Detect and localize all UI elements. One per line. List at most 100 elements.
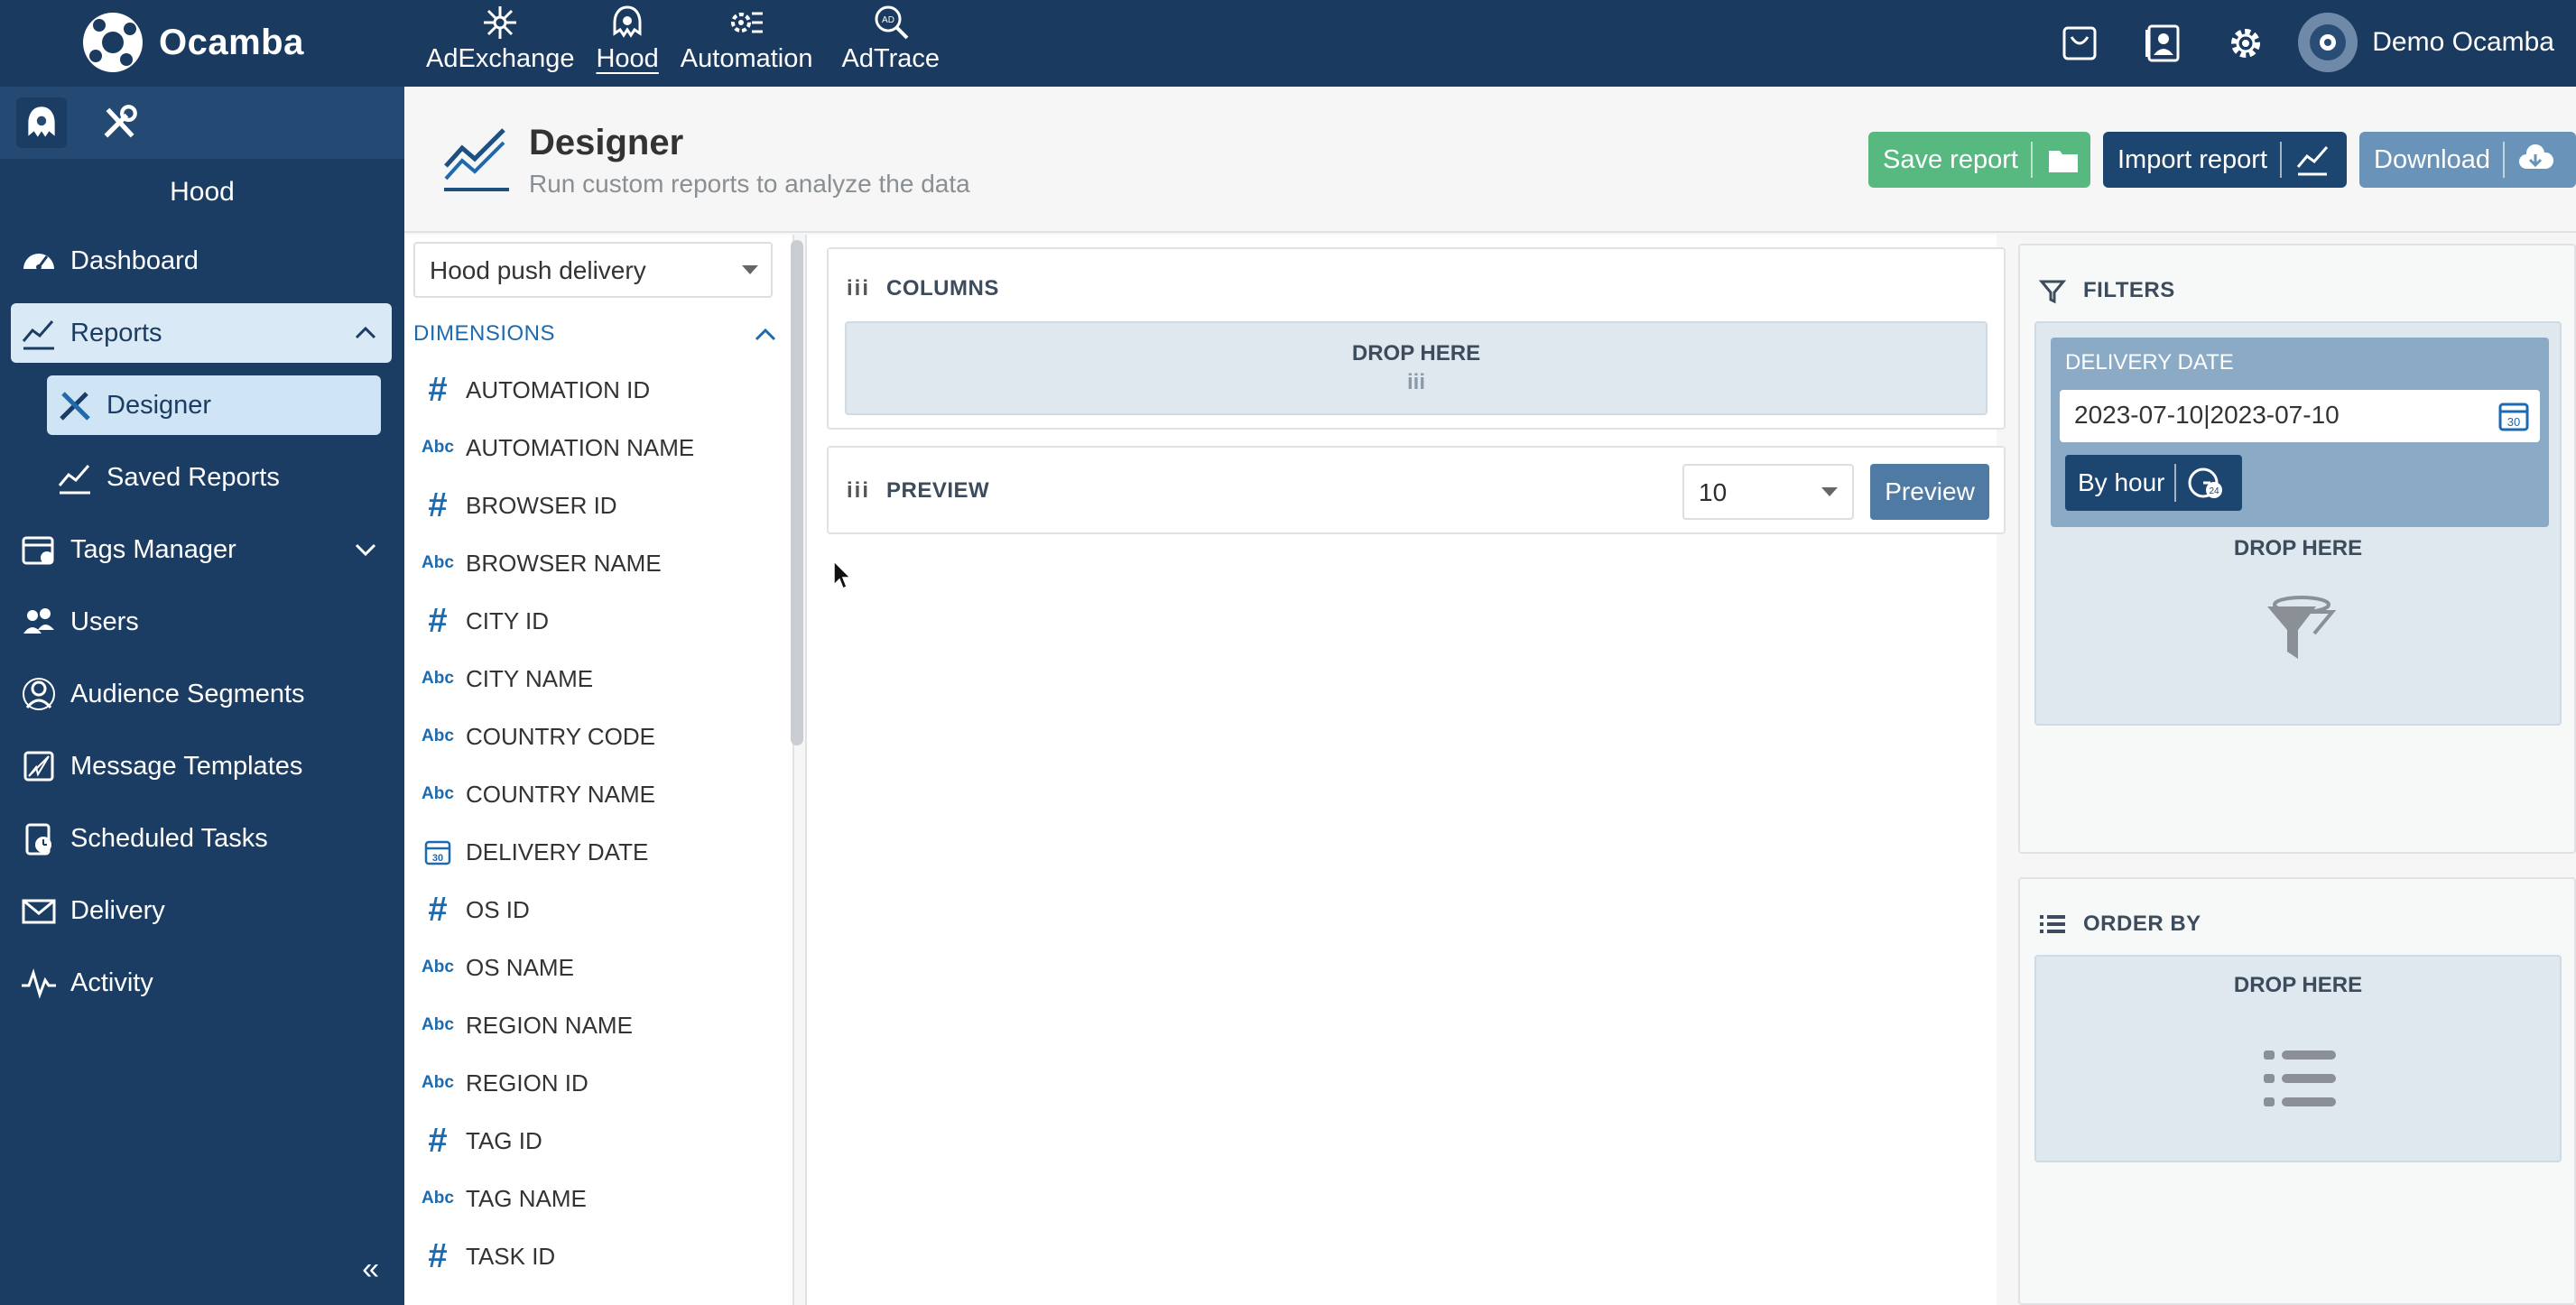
dimension-item[interactable]: # TAG ID [422, 1112, 774, 1170]
topnav-automation[interactable]: Automation [670, 0, 824, 87]
svg-text:30: 30 [2507, 415, 2520, 429]
dimension-item[interactable]: Abc CITY NAME [422, 650, 774, 708]
data-source-value: Hood push delivery [430, 256, 646, 284]
dimension-item[interactable]: Abc TAG NAME [422, 1170, 774, 1227]
chevron-up-icon[interactable] [753, 321, 778, 347]
save-report-label: Save report [1883, 144, 2018, 174]
sidebar-item-dashboard[interactable]: Dashboard [11, 231, 392, 291]
sidebar-title: Hood [170, 177, 235, 207]
sidebar-item-designer[interactable]: Designer [47, 375, 381, 435]
calendar-icon[interactable]: 30 [2497, 399, 2531, 433]
hood-icon [28, 106, 55, 137]
dimensions-heading[interactable]: DIMENSIONS [413, 321, 783, 347]
contacts-icon [2145, 24, 2180, 62]
import-report-button[interactable]: Import report [2103, 132, 2347, 188]
contacts-button[interactable] [2139, 20, 2186, 67]
sidebar-item-audience-segments[interactable]: Audience Segments [11, 664, 392, 724]
dimension-label: BROWSER ID [466, 491, 617, 519]
columns-drop-label: DROP HERE [1351, 341, 1481, 366]
automation-icon [731, 12, 764, 33]
number-type-icon: # [428, 601, 448, 640]
dimension-item[interactable]: # TASK ID [422, 1227, 774, 1285]
preview-limit-value: 10 [1699, 478, 1728, 506]
dimension-item[interactable]: Abc AUTOMATION NAME [422, 419, 774, 477]
download-button[interactable]: Download [2359, 132, 2576, 188]
dimensions-heading-label: DIMENSIONS [413, 321, 556, 346]
dimension-label: TASK ID [466, 1242, 556, 1270]
sidebar-tab-hood[interactable] [16, 97, 67, 148]
sidebar-item-label: Audience Segments [70, 679, 305, 708]
sidebar-item-label: Tags Manager [70, 534, 236, 564]
columns-drop-zone[interactable]: DROP HERE iii [845, 321, 1988, 415]
dimensions-panel: Hood push delivery DIMENSIONS # AUTOMATIO… [404, 235, 794, 1305]
sidebar-tab-tools[interactable] [94, 97, 144, 148]
dimension-label: BROWSER NAME [466, 549, 662, 577]
columns-drag-icon: iii [847, 276, 871, 301]
filters-drop-label: DROP HERE [2233, 536, 2363, 560]
dimension-item[interactable]: # BROWSER ID [422, 477, 774, 534]
ocamba-logo-icon [83, 13, 143, 72]
chevron-down-icon[interactable] [352, 536, 379, 563]
sidebar-item-users[interactable]: Users [11, 592, 392, 652]
topnav-label: Hood [596, 44, 659, 73]
dimensions-list: # AUTOMATION ID Abc AUTOMATION NAME # BROWSER… [422, 361, 774, 1285]
settings-button[interactable] [2222, 20, 2269, 67]
inbox-button[interactable] [2056, 20, 2103, 67]
sidebar-item-label: Scheduled Tasks [70, 823, 268, 853]
dimension-item[interactable]: 30 DELIVERY DATE [422, 823, 774, 881]
sidebar-item-label: Message Templates [70, 751, 303, 781]
collapse-sidebar-button[interactable]: « [362, 1252, 379, 1287]
sidebar-item-activity[interactable]: Activity [11, 953, 392, 1013]
dimension-label: COUNTRY NAME [466, 780, 655, 808]
sidebar-item-reports[interactable]: Reports [11, 303, 392, 363]
dimension-label: REGION ID [466, 1069, 588, 1097]
text-type-icon: Abc [422, 784, 454, 803]
dimension-item[interactable]: Abc COUNTRY CODE [422, 708, 774, 765]
dimension-item[interactable]: # CITY ID [422, 592, 774, 650]
list-icon [2040, 915, 2065, 933]
filter-icon [2038, 280, 2067, 304]
sidebar-item-message-templates[interactable]: Message Templates [11, 736, 392, 796]
sidebar-item-tags-manager[interactable]: Tags Manager [11, 520, 392, 579]
granularity-label: By hour [2078, 468, 2165, 496]
order-by-drop-zone[interactable]: DROP HERE [2034, 955, 2562, 1162]
dimension-item[interactable]: Abc OS NAME [422, 939, 774, 996]
page-header: Designer Run custom reports to analyze t… [404, 87, 2576, 233]
text-type-icon: Abc [422, 1073, 454, 1092]
granularity-button[interactable]: By hour 24 [2065, 455, 2242, 511]
avatar-icon [2310, 24, 2347, 60]
dimension-item[interactable]: Abc REGION NAME [422, 996, 774, 1054]
save-report-button[interactable]: Save report [1868, 132, 2090, 188]
preview-limit-select[interactable]: 10 [1682, 464, 1854, 520]
dimension-item[interactable]: Abc BROWSER NAME [422, 534, 774, 592]
sidebar-item-scheduled-tasks[interactable]: Scheduled Tasks [11, 809, 392, 868]
sidebar: Hood Dashboard Reports Designer Saved Re… [0, 87, 404, 1305]
order-by-drop-label: DROP HERE [2233, 973, 2363, 997]
topnav-hood[interactable]: Hood [585, 0, 669, 87]
dimension-item[interactable]: # OS ID [422, 881, 774, 939]
dimension-item[interactable]: # AUTOMATION ID [422, 361, 774, 419]
activity-icon [22, 968, 56, 999]
dimension-item[interactable]: Abc REGION ID [422, 1054, 774, 1112]
date-range-value: 2023-07-10|2023-07-10 [2074, 401, 2340, 429]
preview-button[interactable]: Preview [1870, 464, 1989, 520]
sidebar-item-label: Dashboard [70, 245, 199, 275]
date-range-input[interactable]: 2023-07-10|2023-07-10 30 [2060, 390, 2540, 442]
dimension-label: OS NAME [466, 953, 574, 981]
data-source-select[interactable]: Hood push delivery [413, 242, 773, 298]
filter-card-delivery-date[interactable]: DELIVERY DATE 2023-07-10|2023-07-10 30 B… [2051, 338, 2549, 527]
hood-icon [613, 5, 642, 38]
mouse-cursor-icon [833, 560, 852, 590]
chevron-up-icon[interactable] [352, 319, 379, 347]
brand[interactable]: Ocamba [79, 9, 304, 76]
user-menu[interactable]: Demo Ocamba [2298, 13, 2554, 72]
dimension-item[interactable]: Abc COUNTRY NAME [422, 765, 774, 823]
sidebar-item-delivery[interactable]: Delivery [11, 881, 392, 940]
topnav-adexchange[interactable]: AdExchange [415, 0, 585, 87]
sidebar-item-saved-reports[interactable]: Saved Reports [47, 448, 381, 507]
dimensions-scrollbar[interactable] [791, 240, 803, 745]
gear-icon [2231, 29, 2260, 58]
topnav-adtrace[interactable]: AD AdTrace [831, 0, 951, 87]
dimension-label: REGION NAME [466, 1011, 633, 1039]
filters-drop-zone[interactable]: DELIVERY DATE 2023-07-10|2023-07-10 30 B… [2034, 321, 2562, 726]
